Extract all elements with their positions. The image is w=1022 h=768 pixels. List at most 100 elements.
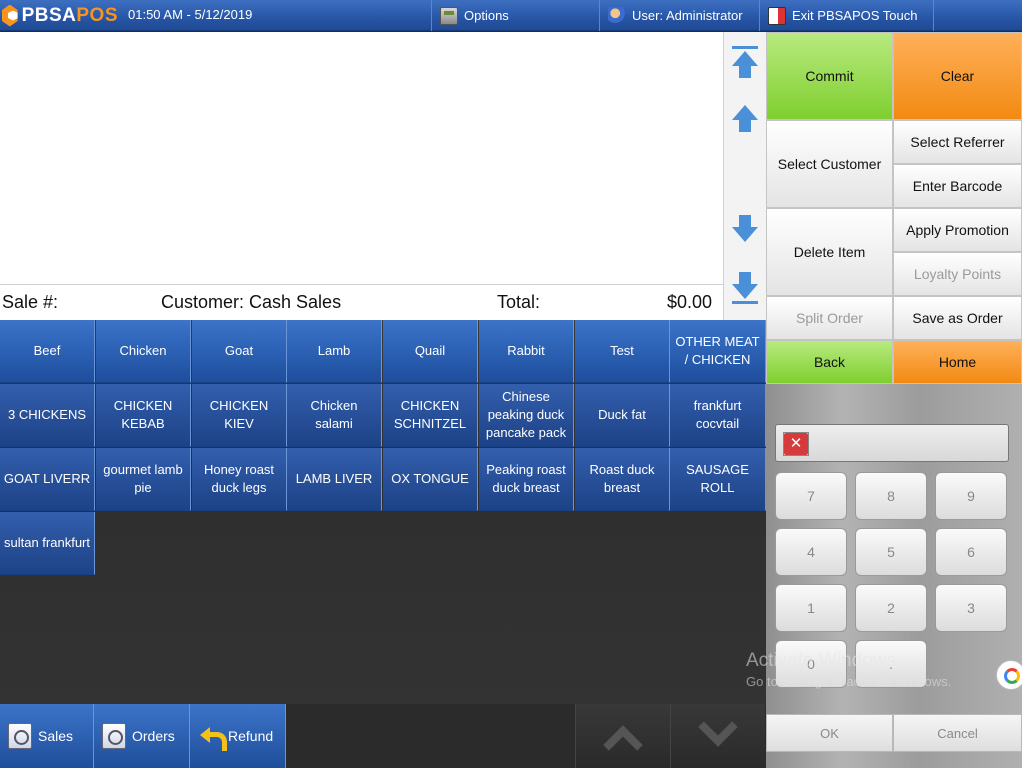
select-referrer-button[interactable]: Select Referrer (893, 120, 1022, 164)
sale-summary-bar: Sale #: Customer: Cash Sales Total: $0.0… (0, 284, 723, 320)
product-tile[interactable]: 3 CHICKENS (0, 384, 95, 447)
select-referrer-label: Select Referrer (910, 134, 1005, 150)
datetime-display: 01:50 AM - 5/12/2019 (128, 7, 253, 22)
app-logo: PBSA POS (0, 0, 118, 31)
enter-barcode-button[interactable]: Enter Barcode (893, 164, 1022, 208)
total-label: Total: (497, 292, 541, 312)
split-order-label: Split Order (796, 310, 863, 326)
cancel-label: Cancel (937, 725, 978, 741)
sales-label: Sales (38, 728, 74, 744)
keypad-key[interactable]: 7 (775, 472, 847, 520)
sale-number-label: Sale #: (2, 292, 59, 312)
keypad-display[interactable] (775, 424, 1009, 462)
action-panel: Commit Clear Select Customer Select Refe… (766, 32, 1022, 384)
keypad-key[interactable]: 3 (935, 584, 1007, 632)
scroll-down-button[interactable] (728, 208, 762, 248)
product-grid: Beef Chicken Goat Lamb Quail Rabbit Test OTHER … (0, 320, 766, 704)
undo-arrow-icon (198, 723, 227, 751)
order-lines-list[interactable] (0, 32, 723, 284)
keypad-key[interactable]: 0 (775, 640, 847, 688)
keypad-key[interactable]: 2 (855, 584, 927, 632)
product-tile[interactable]: Chinese peaking duck pancake pack (479, 384, 574, 447)
product-tile[interactable]: gourmet lamb pie (96, 448, 191, 511)
select-customer-button[interactable]: Select Customer (766, 120, 893, 208)
exit-label: Exit PBSAPOS Touch (792, 8, 918, 23)
page-down-button[interactable] (670, 704, 765, 768)
exit-door-icon (768, 6, 786, 25)
product-tile[interactable]: CHICKEN KIEV (192, 384, 287, 447)
keypad-key[interactable]: 6 (935, 528, 1007, 576)
user-button[interactable]: User: Administrator (599, 0, 759, 31)
double-up-arrow-icon (732, 46, 758, 78)
apply-promotion-button[interactable]: Apply Promotion (893, 208, 1022, 252)
keypad-key[interactable]: 4 (775, 528, 847, 576)
category-tab[interactable]: Goat (192, 320, 287, 383)
category-tab[interactable]: Chicken (96, 320, 191, 383)
top-bar: PBSA POS 01:50 AM - 5/12/2019 Options Us… (0, 0, 1022, 31)
category-tab[interactable]: OTHER MEAT / CHICKEN (670, 320, 766, 383)
category-tab[interactable]: Rabbit (479, 320, 574, 383)
category-tab[interactable]: Lamb (287, 320, 382, 383)
back-label: Back (813, 354, 846, 370)
keypad-key[interactable]: 9 (935, 472, 1007, 520)
product-tile[interactable]: GOAT LIVERR (0, 448, 95, 511)
product-tile[interactable]: LAMB LIVER (287, 448, 382, 511)
keypad-key[interactable]: 5 (855, 528, 927, 576)
page-up-button[interactable] (575, 704, 670, 768)
bottom-bar: Sales Orders Refund (0, 704, 766, 768)
category-tab[interactable]: Beef (0, 320, 95, 383)
scroll-top-button[interactable] (728, 42, 762, 82)
scroll-up-button[interactable] (728, 98, 762, 138)
pos-window: PBSA POS 01:50 AM - 5/12/2019 Options Us… (0, 0, 1022, 768)
double-down-arrow-icon (732, 272, 758, 304)
sales-button[interactable]: Sales (0, 704, 94, 768)
clear-entry-icon[interactable] (783, 432, 809, 456)
hexagon-logo-icon (2, 4, 18, 27)
product-tile[interactable]: Chicken salami (287, 384, 382, 447)
chevron-down-icon (698, 707, 738, 747)
product-tile[interactable]: sultan frankfurt (0, 512, 95, 575)
cancel-button[interactable]: Cancel (893, 714, 1022, 752)
user-icon (608, 6, 626, 25)
sales-search-icon (8, 723, 32, 749)
loyalty-points-label: Loyalty Points (913, 266, 1002, 282)
product-tile[interactable]: Peaking roast duck breast (479, 448, 574, 511)
product-tile[interactable]: SAUSAGE ROLL (670, 448, 766, 511)
calculator-icon (440, 6, 458, 25)
split-order-button[interactable]: Split Order (766, 296, 893, 340)
options-button[interactable]: Options (431, 0, 599, 31)
floating-assistant-icon[interactable] (996, 660, 1022, 690)
delete-item-button[interactable]: Delete Item (766, 208, 893, 296)
category-tab[interactable]: Test (575, 320, 670, 383)
product-tile[interactable]: frankfurt cocvtail (670, 384, 766, 447)
keypad-key[interactable]: 1 (775, 584, 847, 632)
product-tile[interactable]: CHICKEN SCHNITZEL (383, 384, 478, 447)
refund-label: Refund (228, 728, 274, 744)
down-arrow-icon (732, 214, 758, 242)
product-tile[interactable]: Honey roast duck legs (192, 448, 287, 511)
enter-barcode-label: Enter Barcode (912, 178, 1003, 194)
brand-text-right: POS (76, 4, 118, 26)
product-tile[interactable]: CHICKEN KEBAB (96, 384, 191, 447)
exit-button[interactable]: Exit PBSAPOS Touch (759, 0, 933, 31)
category-tab[interactable]: Quail (383, 320, 478, 383)
orders-search-icon (102, 723, 126, 749)
numeric-keypad: 789 456 123 0. OK Cancel (766, 384, 1022, 768)
clear-button[interactable]: Clear (893, 32, 1022, 120)
refund-button[interactable]: Refund (190, 704, 286, 768)
list-scroll-column (723, 32, 766, 320)
keypad-key[interactable]: 8 (855, 472, 927, 520)
orders-button[interactable]: Orders (94, 704, 190, 768)
back-button[interactable]: Back (766, 340, 893, 384)
keypad-key[interactable]: . (855, 640, 927, 688)
product-tile[interactable]: OX TONGUE (383, 448, 478, 511)
home-button[interactable]: Home (893, 340, 1022, 384)
loyalty-points-button[interactable]: Loyalty Points (893, 252, 1022, 296)
options-label: Options (464, 8, 509, 23)
ok-button[interactable]: OK (766, 714, 893, 752)
product-tile[interactable]: Roast duck breast (575, 448, 670, 511)
commit-button[interactable]: Commit (766, 32, 893, 120)
scroll-bottom-button[interactable] (728, 268, 762, 308)
product-tile[interactable]: Duck fat (575, 384, 670, 447)
save-as-order-button[interactable]: Save as Order (893, 296, 1022, 340)
